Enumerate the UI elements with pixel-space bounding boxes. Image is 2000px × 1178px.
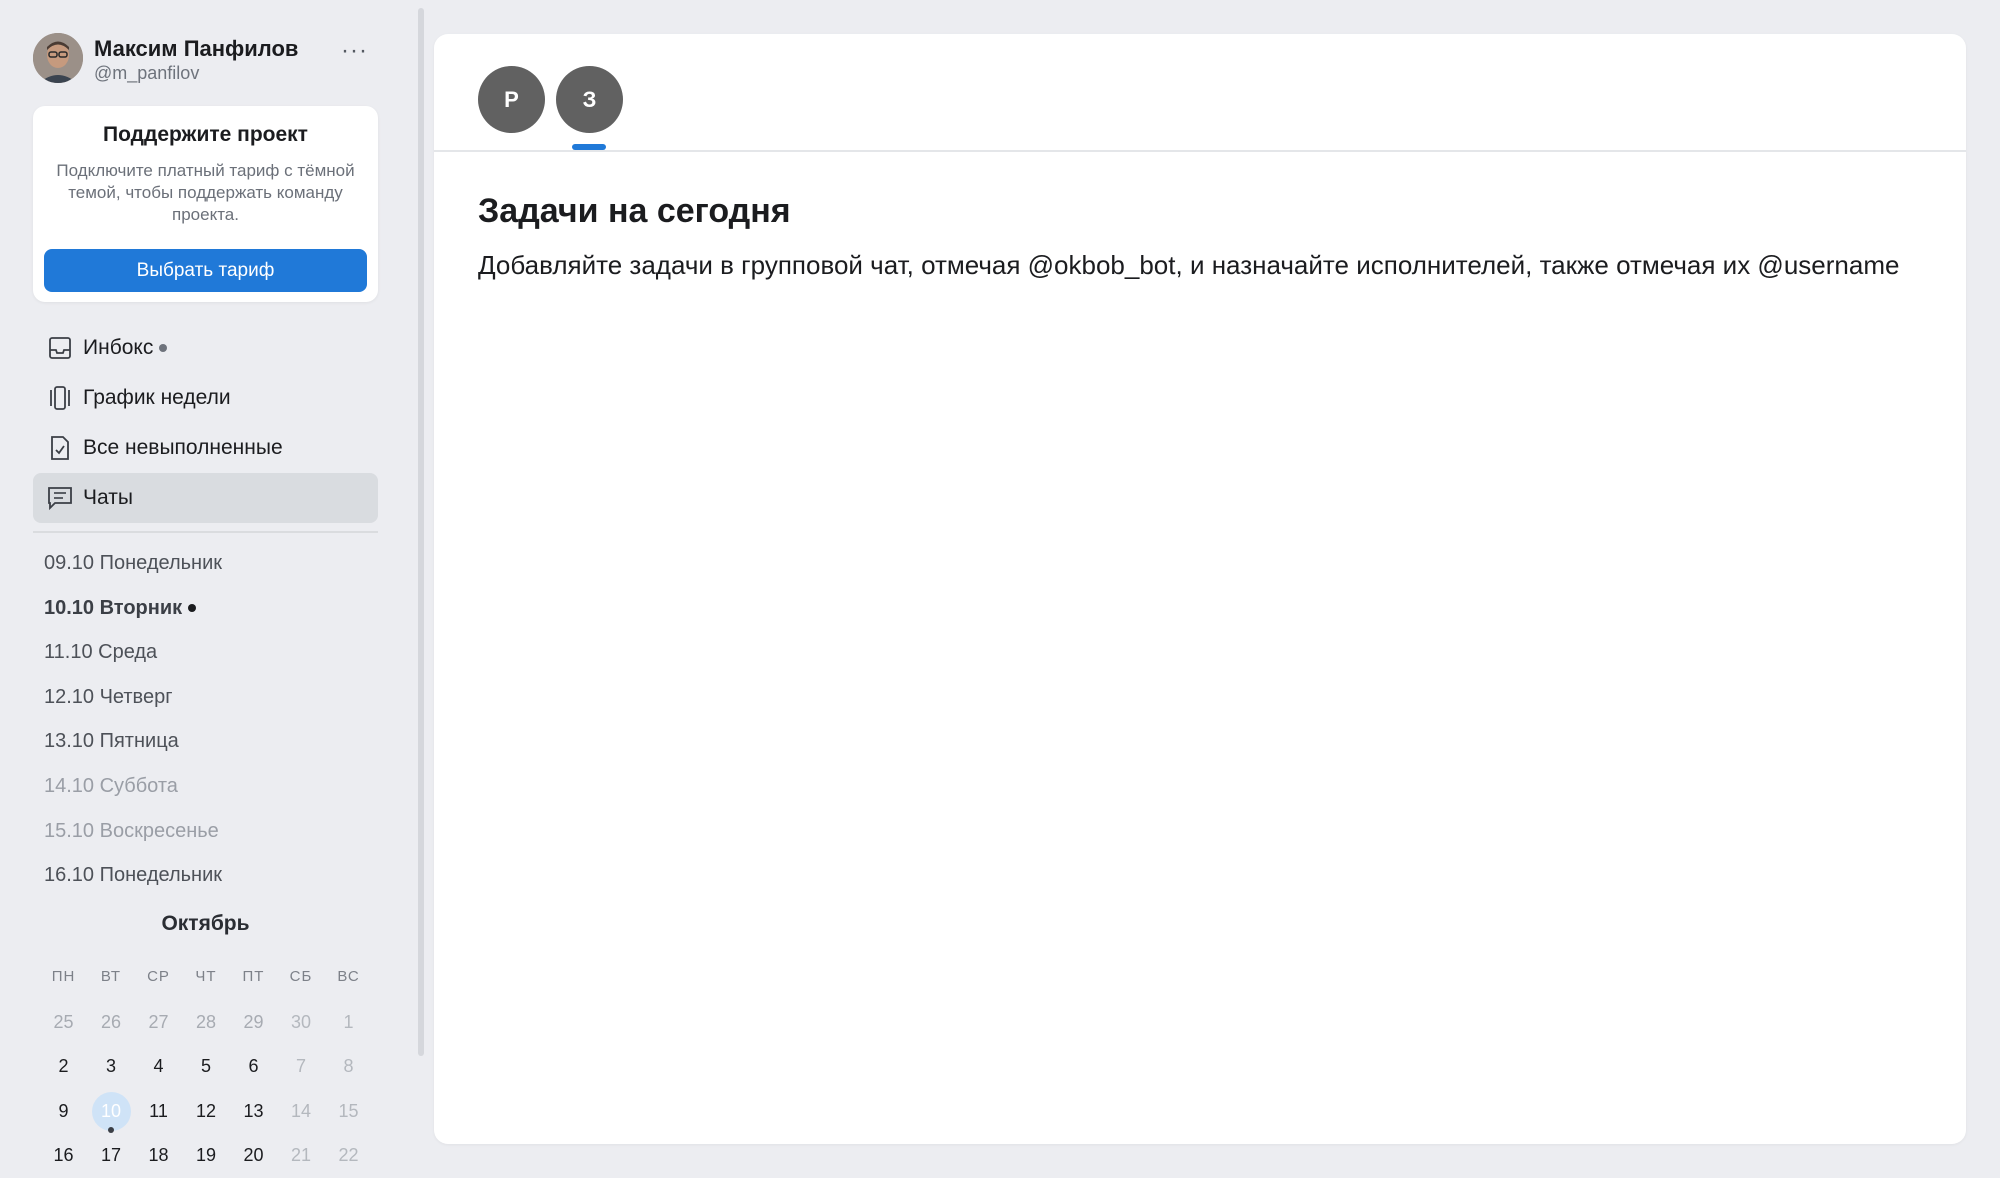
sidebar-item-label: График недели bbox=[83, 386, 231, 409]
calendar-day[interactable]: 8 bbox=[325, 1044, 372, 1088]
user-name: Максим Панфилов bbox=[94, 36, 299, 61]
calendar-day-number: 10 bbox=[100, 1100, 122, 1121]
weekday-label: ЧТ bbox=[195, 968, 217, 985]
calendar-day-today[interactable]: 10 bbox=[88, 1089, 135, 1133]
weekday-label: ВТ bbox=[100, 968, 122, 985]
sidebar: Максим Панфилов @m_panfilov ··· Поддержи… bbox=[0, 0, 424, 1178]
calendar-day[interactable]: 6 bbox=[230, 1044, 277, 1088]
calendar-week: 16 17 18 19 20 21 22 bbox=[40, 1133, 370, 1178]
days-list: 09.10 Понедельник 10.10 Вторник 11.10 Ср… bbox=[44, 541, 374, 898]
calendar-day[interactable]: 29 bbox=[230, 1000, 277, 1044]
calendar-week: 2 3 4 5 6 7 8 bbox=[40, 1044, 370, 1089]
calendar-month: Октябрь bbox=[161, 912, 250, 935]
week-schedule-icon bbox=[50, 386, 70, 410]
calendar-day[interactable]: 27 bbox=[135, 1000, 182, 1044]
weekday-label: ВС bbox=[337, 968, 360, 985]
day-item[interactable]: 11.10 Среда bbox=[44, 630, 374, 675]
active-tab-indicator bbox=[572, 144, 606, 150]
avatar bbox=[33, 33, 83, 83]
day-label: 10.10 Вторник bbox=[44, 596, 183, 619]
choose-plan-button[interactable]: Выбрать тариф bbox=[44, 249, 367, 292]
more-options-icon[interactable]: ··· bbox=[341, 39, 368, 63]
sidebar-item-all-pending[interactable]: Все невыполненные bbox=[33, 423, 378, 473]
calendar-week: 25 26 27 28 29 30 1 bbox=[40, 1000, 370, 1045]
tab-chat-z[interactable]: З bbox=[556, 66, 623, 133]
calendar-day[interactable]: 21 bbox=[278, 1133, 325, 1177]
day-item-current[interactable]: 10.10 Вторник bbox=[44, 586, 374, 631]
day-item[interactable]: 14.10 Суббота bbox=[44, 764, 374, 809]
weekday-label: ПН bbox=[51, 968, 76, 985]
calendar-day[interactable]: 25 bbox=[40, 1000, 87, 1044]
sidebar-item-week-schedule[interactable]: График недели bbox=[33, 373, 378, 423]
calendar-day[interactable]: 28 bbox=[183, 1000, 230, 1044]
calendar-day[interactable]: 3 bbox=[88, 1044, 135, 1088]
calendar-day[interactable]: 22 bbox=[325, 1133, 372, 1177]
day-item[interactable]: 13.10 Пятница bbox=[44, 719, 374, 764]
calendar-day[interactable]: 4 bbox=[135, 1044, 182, 1088]
calendar-day[interactable]: 16 bbox=[40, 1133, 87, 1177]
checklist-icon bbox=[51, 436, 69, 460]
calendar: ПН ВТ СР ЧТ ПТ СБ ВС 25 26 27 28 29 30 1… bbox=[40, 955, 370, 1178]
unread-dot bbox=[159, 344, 168, 353]
promo-text: Подключите платный тариф с тёмной темой,… bbox=[56, 161, 355, 224]
calendar-day[interactable]: 9 bbox=[40, 1089, 87, 1133]
calendar-day[interactable]: 30 bbox=[278, 1000, 325, 1044]
day-item[interactable]: 12.10 Четверг bbox=[44, 675, 374, 720]
sidebar-item-label: Инбокс bbox=[83, 336, 154, 359]
sidebar-nav: Инбокс График недели Все невыполненные Ч… bbox=[33, 323, 378, 523]
day-item[interactable]: 15.10 Воскресенье bbox=[44, 809, 374, 854]
sidebar-divider bbox=[33, 531, 378, 533]
calendar-day[interactable]: 1 bbox=[325, 1000, 372, 1044]
calendar-weekdays: ПН ВТ СР ЧТ ПТ СБ ВС bbox=[40, 955, 370, 1000]
promo-title: Поддержите проект bbox=[103, 123, 308, 146]
calendar-day[interactable]: 14 bbox=[278, 1089, 325, 1133]
weekday-label: СР bbox=[147, 968, 170, 985]
calendar-week: 9 10 11 12 13 14 15 bbox=[40, 1089, 370, 1134]
calendar-day[interactable]: 19 bbox=[183, 1133, 230, 1177]
page-title: Задачи на сегодня bbox=[478, 192, 791, 230]
calendar-day[interactable]: 11 bbox=[135, 1089, 182, 1133]
sidebar-item-label: Все невыполненные bbox=[83, 436, 283, 459]
calendar-day[interactable]: 7 bbox=[278, 1044, 325, 1088]
calendar-day[interactable]: 2 bbox=[40, 1044, 87, 1088]
sidebar-item-label: Чаты bbox=[83, 486, 133, 509]
user-handle: @m_panfilov bbox=[94, 63, 200, 83]
main-panel: Р З Задачи на сегодня Добавляйте задачи … bbox=[434, 34, 1966, 1144]
sidebar-scrollbar[interactable] bbox=[418, 8, 424, 1056]
weekday-label: СБ bbox=[289, 968, 313, 985]
calendar-day[interactable]: 18 bbox=[135, 1133, 182, 1177]
today-dot bbox=[188, 604, 197, 613]
calendar-day[interactable]: 5 bbox=[183, 1044, 230, 1088]
weekday-label: ПТ bbox=[242, 968, 265, 985]
chat-icon bbox=[48, 487, 72, 511]
chat-tabs: Р З bbox=[434, 34, 1966, 152]
calendar-day[interactable]: 12 bbox=[183, 1089, 230, 1133]
calendar-day[interactable]: 26 bbox=[88, 1000, 135, 1044]
day-item[interactable]: 16.10 Понедельник bbox=[44, 853, 374, 898]
calendar-day[interactable]: 20 bbox=[230, 1133, 277, 1177]
day-item[interactable]: 09.10 Понедельник bbox=[44, 541, 374, 586]
instructions-text: Добавляйте задачи в групповой чат, отмеч… bbox=[478, 250, 1900, 280]
tab-chat-r[interactable]: Р bbox=[478, 66, 545, 133]
sidebar-item-inbox[interactable]: Инбокс bbox=[33, 323, 378, 373]
today-dot bbox=[107, 1126, 114, 1133]
calendar-day[interactable]: 13 bbox=[230, 1089, 277, 1133]
support-promo-card: Поддержите проект Подключите платный тар… bbox=[33, 106, 378, 302]
calendar-day[interactable]: 17 bbox=[88, 1133, 135, 1177]
inbox-icon bbox=[49, 337, 71, 359]
calendar-day[interactable]: 15 bbox=[325, 1089, 372, 1133]
user-profile[interactable]: Максим Панфилов @m_panfilov ··· bbox=[33, 33, 378, 83]
sidebar-item-chats[interactable]: Чаты bbox=[33, 473, 378, 523]
